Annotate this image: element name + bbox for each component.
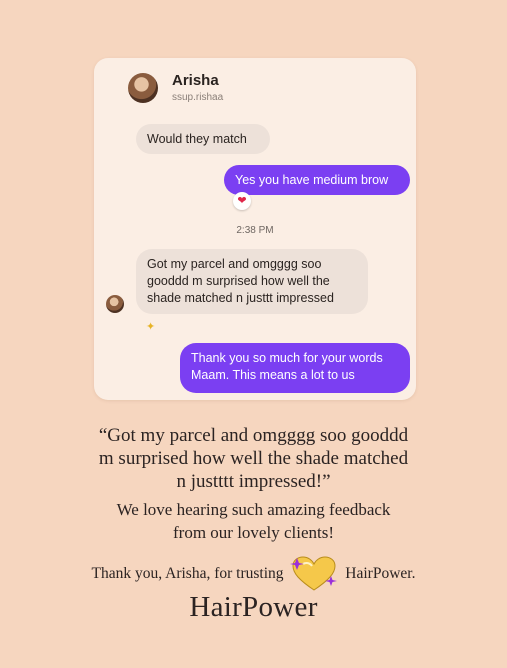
feedback-line: from our lovely clients!: [173, 523, 334, 542]
testimonial-quote: “Got my parcel and omgggg soo gooddd m s…: [0, 424, 507, 493]
thanks-line: Thank you, Arisha, for trusting HairPowe…: [0, 554, 507, 594]
feedback-text: We love hearing such amazing feedback fr…: [0, 498, 507, 544]
message-line: Got my parcel and omgggg soo: [147, 257, 322, 271]
message-outgoing[interactable]: Yes you have medium brow: [224, 165, 410, 195]
thanks-brand: HairPower.: [345, 565, 416, 582]
brand-logo: HairPower: [189, 591, 318, 623]
thanks-text: Thank you, Arisha, for trusting: [91, 565, 284, 582]
message-line: Maam. This means a lot to us: [191, 368, 355, 382]
contact-name[interactable]: Arisha: [172, 72, 219, 89]
heart-icon: ❤: [233, 192, 251, 210]
hairpower-heart-logo-icon: [290, 556, 338, 591]
quote-line: n justttt impressed!”: [176, 471, 331, 492]
message-line: gooddd m surprised how well the: [147, 274, 330, 288]
message-incoming[interactable]: Got my parcel and omgggg soo gooddd m su…: [136, 249, 368, 314]
feedback-line: We love hearing such amazing feedback: [116, 500, 391, 519]
message-line: Thank you so much for your words: [191, 351, 383, 365]
message-outgoing[interactable]: Thank you so much for your words Maam. T…: [180, 343, 410, 393]
contact-avatar[interactable]: [128, 73, 158, 103]
message-timestamp: 2:38 PM: [236, 225, 274, 236]
quote-line: m surprised how well the shade matched: [98, 448, 409, 469]
sparkle-icon: ✦: [146, 321, 156, 333]
quote-line: “Got my parcel and omgggg soo gooddd: [98, 425, 409, 446]
message-line: shade matched n justtt impressed: [147, 291, 334, 305]
message-incoming[interactable]: Would they match: [136, 124, 270, 154]
contact-avatar-small: [106, 295, 124, 313]
chat-screenshot-card: Arisha ssup.rishaa Would they match Yes …: [94, 58, 416, 400]
contact-handle: ssup.rishaa: [172, 92, 224, 103]
